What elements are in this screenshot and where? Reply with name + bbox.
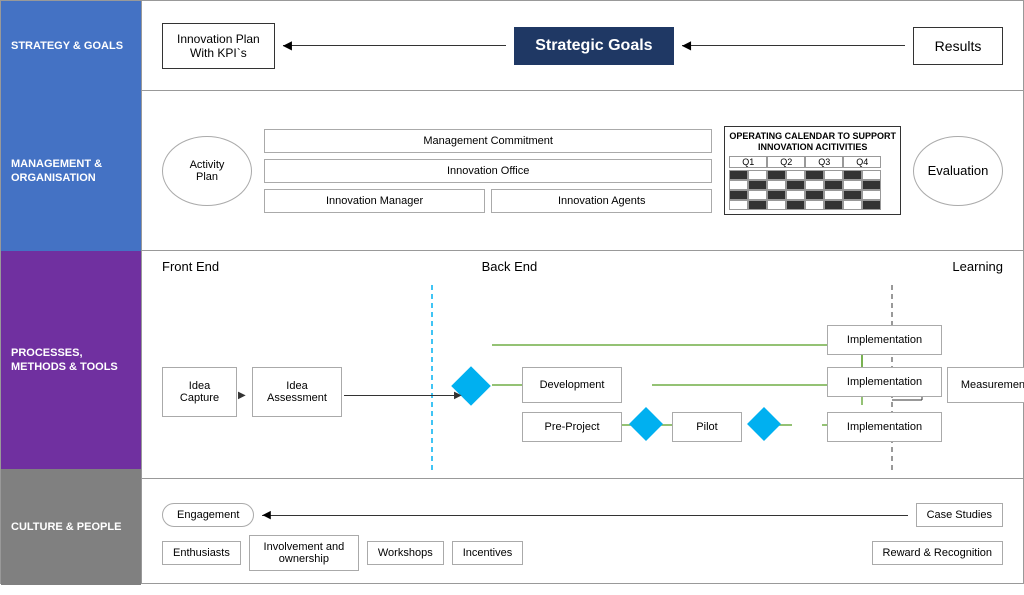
measurement-box: Measurement bbox=[947, 367, 1024, 403]
innovation-office-box: Innovation Office bbox=[264, 159, 712, 183]
label-strategy: STRATEGY & GOALS bbox=[1, 1, 141, 91]
front-end-label: Front End bbox=[162, 259, 219, 274]
pilot-box: Pilot bbox=[672, 412, 742, 442]
workshops-box: Workshops bbox=[367, 541, 444, 565]
involvement-box: Involvement and ownership bbox=[249, 535, 359, 571]
innovation-manager-box: Innovation Manager bbox=[264, 189, 485, 213]
implementation-mid-box: Implementation bbox=[827, 367, 942, 397]
incentives-box: Incentives bbox=[452, 541, 524, 565]
strategy-row: Innovation PlanWith KPI`s ◀ Strategic Go… bbox=[142, 1, 1023, 91]
learning-label: Learning bbox=[952, 259, 1003, 274]
activity-plan-oval: ActivityPlan bbox=[162, 136, 252, 206]
engagement-oval: Engagement bbox=[162, 503, 254, 527]
idea-capture-box: Idea Capture bbox=[162, 367, 237, 417]
strategic-goals-box: Strategic Goals bbox=[514, 27, 674, 65]
label-culture: CULTURE & PEOPLE bbox=[1, 469, 141, 585]
kpi-box: Innovation PlanWith KPI`s bbox=[162, 23, 275, 69]
culture-row: Engagement ◀ Case Studies Enthusiasts In… bbox=[142, 479, 1023, 595]
pre-project-box: Pre-Project bbox=[522, 412, 622, 442]
case-studies-box: Case Studies bbox=[916, 503, 1003, 527]
arrow-assess-diamond: ▶ bbox=[344, 390, 462, 401]
label-processes: PROCESSES, METHODS & TOOLS bbox=[1, 251, 141, 469]
enthusiasts-box: Enthusiasts bbox=[162, 541, 241, 565]
management-commitment-box: Management Commitment bbox=[264, 129, 712, 153]
arrow-idea: ▶ bbox=[238, 390, 246, 401]
implementation-top-box: Implementation bbox=[827, 325, 942, 355]
label-management: MANAGEMENT & ORGANISATION bbox=[1, 91, 141, 251]
results-box: Results bbox=[913, 27, 1003, 65]
implementation-bot-box: Implementation bbox=[827, 412, 942, 442]
idea-assessment-box: Idea Assessment bbox=[252, 367, 342, 417]
evaluation-oval: Evaluation bbox=[913, 136, 1003, 206]
operating-calendar: OPERATING CALENDAR TO SUPPORTINNOVATION … bbox=[724, 126, 901, 215]
processes-row: Front End Back End Learning bbox=[142, 251, 1023, 479]
management-row: ActivityPlan Management Commitment Innov… bbox=[142, 91, 1023, 251]
back-end-label: Back End bbox=[482, 259, 538, 274]
development-box: Development bbox=[522, 367, 622, 403]
reward-box: Reward & Recognition bbox=[872, 541, 1003, 565]
innovation-agents-box: Innovation Agents bbox=[491, 189, 712, 213]
